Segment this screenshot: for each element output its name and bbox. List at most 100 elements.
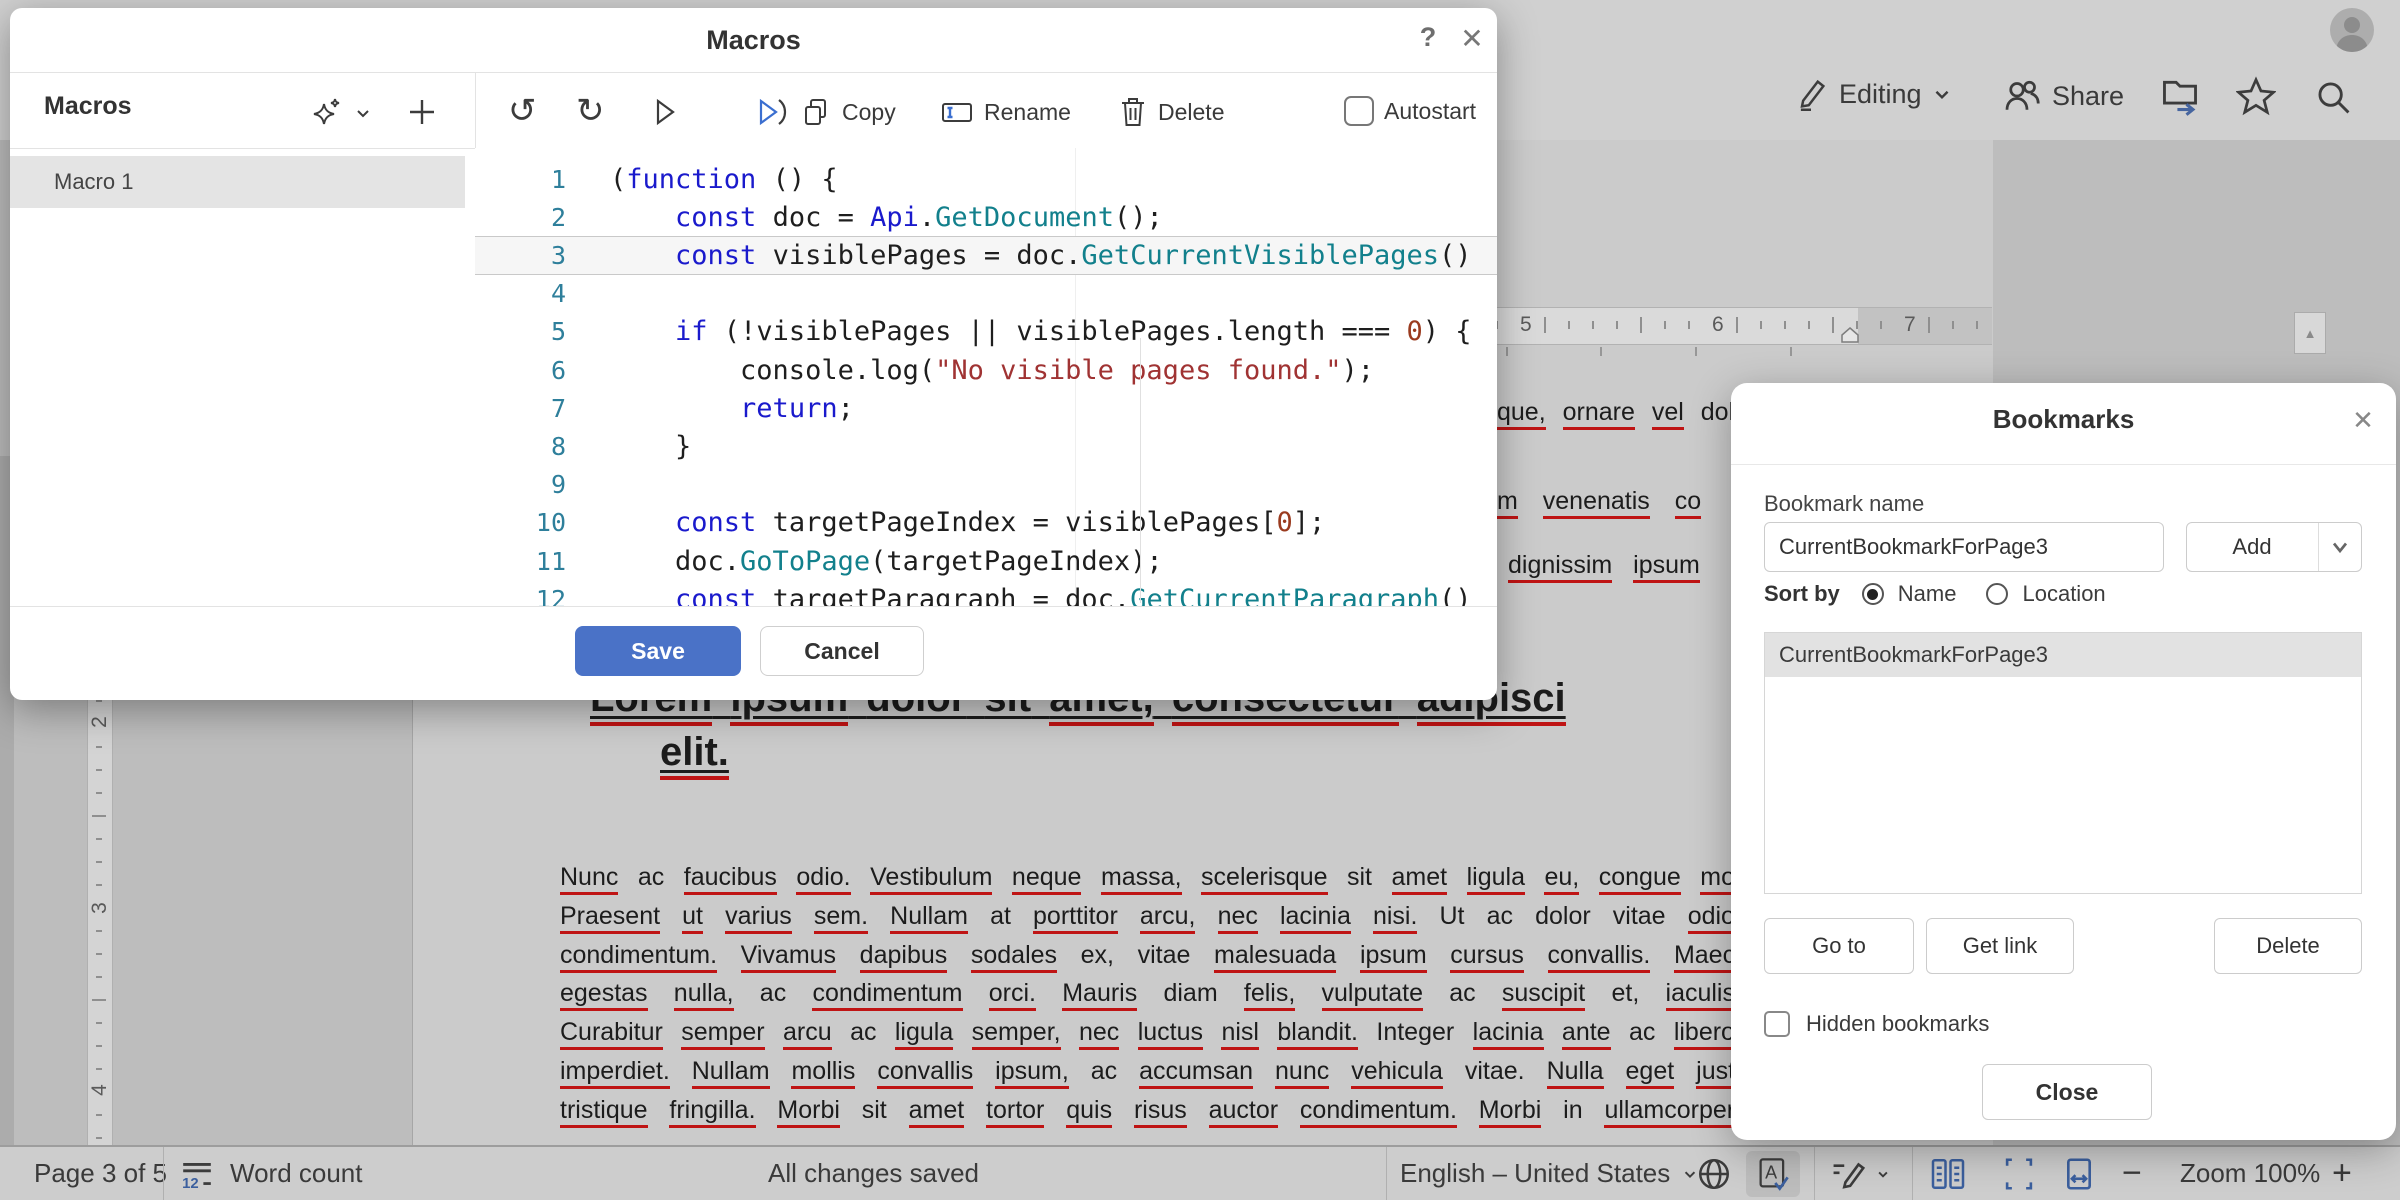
document-text-fragment: dignissim ipsum	[1508, 551, 1700, 580]
bookmarks-dialog: Bookmarks ✕ Bookmark name CurrentBookmar…	[1731, 383, 2396, 1140]
chevron-down-icon	[354, 104, 372, 122]
bookmark-list-item[interactable]: CurrentBookmarkForPage3	[1765, 633, 2361, 677]
copy-macro-button[interactable]: Copy	[800, 96, 896, 128]
save-button[interactable]: Save	[575, 626, 741, 676]
ai-macro-button[interactable]	[310, 96, 372, 130]
code-line[interactable]: 9	[475, 466, 1497, 504]
run-macro-button[interactable]	[648, 96, 680, 128]
chevron-down-icon	[1932, 84, 1952, 104]
undo-icon: ↺	[508, 94, 537, 128]
checkbox-icon	[1344, 96, 1374, 126]
ruler-number: 3	[88, 896, 112, 920]
code-line[interactable]: 5 if (!visiblePages || visiblePages.leng…	[475, 313, 1497, 351]
undo-button[interactable]: ↺	[508, 94, 537, 128]
delete-label: Delete	[1158, 99, 1224, 126]
chevron-down-icon	[1876, 1167, 1890, 1181]
plus-icon	[406, 96, 438, 128]
indent-guide	[1140, 338, 1141, 603]
macro-list-item[interactable]: Macro 1	[10, 156, 465, 208]
hidden-bookmarks-checkbox[interactable]: Hidden bookmarks	[1764, 1011, 1989, 1037]
spellcheck-toggle[interactable]: A	[1746, 1151, 1800, 1197]
close-icon[interactable]: ✕	[1452, 22, 1492, 55]
sort-location-label[interactable]: Location	[2022, 581, 2105, 607]
code-line[interactable]: 7 return;	[475, 389, 1497, 427]
language-selector[interactable]: English – United States	[1400, 1147, 1698, 1200]
macros-sidebar-title: Macros	[44, 92, 132, 121]
goto-button[interactable]: Go to	[1764, 918, 1914, 974]
document-text-line: Praesent ut varius sem. Nullam at portti…	[560, 897, 1735, 936]
code-line[interactable]: 1(function () {	[475, 160, 1497, 198]
zoom-level[interactable]: Zoom 100%	[2180, 1147, 2320, 1200]
get-link-button[interactable]: Get link	[1926, 918, 2074, 974]
word-count-button[interactable]: 12 Word count	[180, 1147, 362, 1200]
run-all-button[interactable]	[752, 96, 788, 128]
share-label: Share	[2052, 81, 2124, 112]
rename-macro-button[interactable]: Rename	[940, 96, 1071, 128]
add-macro-button[interactable]	[406, 96, 438, 128]
search-icon	[2314, 78, 2352, 116]
horizontal-ruler[interactable]: 567	[1488, 307, 1992, 345]
hidden-bookmarks-label: Hidden bookmarks	[1806, 1011, 1989, 1037]
close-button[interactable]: Close	[1982, 1064, 2152, 1120]
bookmarks-title: Bookmarks	[1731, 383, 2396, 455]
ruler-number: 7	[1904, 313, 1916, 337]
ruler-number: 6	[1712, 313, 1724, 337]
spellcheck-icon: A	[1755, 1156, 1791, 1192]
redo-icon: ↻	[576, 94, 605, 128]
favorite-star-button[interactable]	[2236, 76, 2276, 116]
autostart-checkbox[interactable]: Autostart	[1344, 96, 1476, 126]
code-line[interactable]: 3 const visiblePages = doc.GetCurrentVis…	[475, 236, 1497, 274]
dialog-title: Macros	[10, 8, 1497, 72]
indent-marker[interactable]	[1840, 327, 1860, 343]
delete-bookmark-button[interactable]: Delete	[2214, 918, 2362, 974]
code-line[interactable]: 6 console.log("No visible pages found.")…	[475, 351, 1497, 389]
code-line[interactable]: 4	[475, 275, 1497, 313]
code-line[interactable]: 8 }	[475, 427, 1497, 465]
document-text-line: Curabitur semper arcu ac ligula semper, …	[560, 1013, 1735, 1052]
redo-button[interactable]: ↻	[576, 94, 605, 128]
track-changes-button[interactable]	[1830, 1147, 1890, 1200]
sort-location-radio[interactable]	[1986, 583, 2008, 605]
two-page-view-button[interactable]	[1928, 1147, 1968, 1200]
two-page-view-icon	[1928, 1154, 1968, 1194]
scroll-up-button[interactable]: ▲	[2294, 312, 2326, 354]
document-text-line: Nunc ac faucibus odio. Vestibulum neque …	[560, 858, 1735, 897]
rename-label: Rename	[984, 99, 1071, 126]
zoom-in-button[interactable]: +	[2332, 1147, 2352, 1200]
chevron-down-icon[interactable]	[2325, 539, 2355, 557]
set-language-button[interactable]	[1694, 1147, 1734, 1200]
code-editor[interactable]: 1(function () {2 const doc = Api.GetDocu…	[475, 148, 1497, 606]
cancel-button[interactable]: Cancel	[760, 626, 924, 676]
close-icon[interactable]: ✕	[2345, 405, 2381, 436]
avatar[interactable]	[2330, 8, 2374, 52]
sort-name-radio[interactable]	[1862, 583, 1884, 605]
open-file-location-button[interactable]	[2158, 72, 2202, 116]
document-text-fragment: m venenatis co	[1497, 487, 1701, 516]
ruler-number: 4	[88, 1078, 112, 1102]
editing-mode-dropdown[interactable]: Editing	[1793, 76, 1952, 112]
search-button[interactable]	[2314, 78, 2352, 116]
rename-icon	[940, 96, 974, 128]
code-line[interactable]: 2 const doc = Api.GetDocument();	[475, 198, 1497, 236]
fit-width-button[interactable]	[2060, 1147, 2098, 1200]
share-button[interactable]: Share	[2002, 76, 2124, 116]
help-button[interactable]: ?	[1410, 22, 1446, 53]
document-text-line: imperdiet. Nullam mollis convallis ipsum…	[560, 1052, 1735, 1091]
document-heading-line: elit.	[660, 730, 729, 775]
checkbox-icon	[1764, 1011, 1790, 1037]
code-line[interactable]: 11 doc.GoToPage(targetPageIndex);	[475, 542, 1497, 580]
code-line[interactable]: 12 const targetParagraph = doc.GetCurren…	[475, 580, 1497, 606]
page-indicator[interactable]: Page 3 of 5	[34, 1147, 167, 1200]
bookmark-name-input[interactable]: CurrentBookmarkForPage3	[1764, 522, 2164, 572]
divider	[1912, 1147, 1913, 1200]
delete-macro-button[interactable]: Delete	[1118, 96, 1224, 128]
fit-page-button[interactable]	[2000, 1147, 2038, 1200]
macros-dialog-titlebar[interactable]: Macros ? ✕	[10, 8, 1497, 73]
play-icon	[648, 96, 680, 128]
code-line[interactable]: 10 const targetPageIndex = visiblePages[…	[475, 504, 1497, 542]
bookmarks-list[interactable]: CurrentBookmarkForPage3	[1764, 632, 2362, 894]
zoom-out-button[interactable]: −	[2122, 1147, 2142, 1200]
sort-name-label[interactable]: Name	[1898, 581, 1957, 607]
add-bookmark-button[interactable]: Add	[2186, 522, 2362, 572]
pencil-icon	[1793, 76, 1829, 112]
